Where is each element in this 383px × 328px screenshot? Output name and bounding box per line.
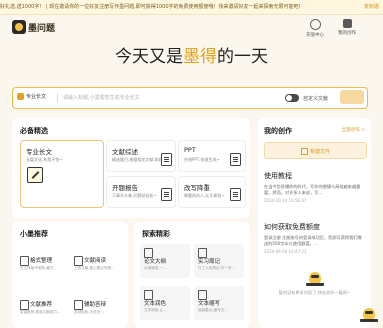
tool-card-ppt[interactable]: PPT 在线PPT,快速生成~ <box>178 140 246 172</box>
reading-icon <box>74 256 83 266</box>
explore-item-weekly[interactable]: 实习周记 打工人的周记,写一写... <box>194 244 244 278</box>
work-time: 2024-06-06 10:47:21 <box>264 249 307 254</box>
logo-icon <box>12 20 26 34</box>
new-file-label: 新建文件 <box>265 148 366 155</box>
explore-item-abridge[interactable]: 文本缩写 保留要点,缩写无... <box>194 286 244 320</box>
hero-suffix: 的一天 <box>217 47 268 67</box>
explore-item-title: 论文大纲 <box>144 259 167 265</box>
explore-panel: 探索精彩 论文大纲 大纲速成,一... 实习周记 打工人的周记,写一写... 文… <box>134 222 250 328</box>
explore-item-outline[interactable]: 论文大纲 大纲速成,一... <box>140 244 190 278</box>
tool-desc: 万事开头难,开题轻轻松~ <box>112 193 157 198</box>
recommend-item-reading[interactable]: 文献阅读 上传文献,核心要点完美... <box>74 256 124 278</box>
tool-title: 文献综述 <box>112 148 138 156</box>
featured-panel: 必备精选 专业长文 长篇文化,有我不怕~ 文献综述 精选题目,根据相关文献,助综… <box>12 118 250 218</box>
generate-bar: 专业长文 自定义文献 <box>12 87 368 109</box>
explore-title: 探索精彩 <box>142 230 170 238</box>
recommend-panel: 小墨推荐 格式整理 论文排版不用愁,格式... 文献阅读 上传文献,核心要点完美… <box>12 222 128 328</box>
explore-item-desc: 保留要点,缩写无... <box>198 308 228 312</box>
logo[interactable]: 墨问题 <box>12 20 56 34</box>
new-file-icon <box>300 148 308 155</box>
tool-title: 专业长文 <box>26 148 52 156</box>
all-creations-link[interactable]: 全部创作 > <box>342 127 365 133</box>
tool-title: 开题报告 <box>112 184 138 192</box>
new-file-button[interactable]: 新建文件 <box>264 142 367 159</box>
generate-button[interactable] <box>340 90 364 104</box>
tool-title: 改写降重 <box>184 184 210 192</box>
mascot-icon <box>306 270 324 286</box>
work-time: 2024-10-14 10:56:37 <box>264 198 307 203</box>
document-icon <box>161 153 172 166</box>
explore-item-desc: 打工人的周记,写一写... <box>198 266 235 270</box>
recommend-item-format[interactable]: 格式整理 论文排版不用愁,格式... <box>20 256 70 278</box>
recommend-item-title: 文献阅读 <box>84 258 107 264</box>
tool-card-rewrite[interactable]: 改写降重 降重再向人,从文章到~ <box>178 176 246 208</box>
yuan-icon <box>309 19 321 30</box>
tool-card-long-article[interactable]: 专业长文 长篇文化,有我不怕~ <box>20 140 104 208</box>
user-icon <box>342 19 352 28</box>
explore-item-desc: 大纲速成,一... <box>144 266 167 270</box>
my-creations-button[interactable]: 我的创作 <box>332 19 362 36</box>
invite-banner: 好礼送,送1000字！ | 现在邀请你的一位好友注册写作墨问题,即可获得1000… <box>0 0 383 15</box>
document-type-selector[interactable]: 专业长文 <box>17 93 46 100</box>
explore-item-title: 文本缩写 <box>198 301 221 307</box>
literature-icon <box>20 300 29 310</box>
tool-desc: 长篇文化,有我不怕~ <box>26 157 63 162</box>
custom-references-toggle[interactable] <box>285 94 299 102</box>
recommend-title: 小墨推荐 <box>20 230 48 238</box>
recharge-center-button[interactable]: 充值中心 <box>300 19 330 38</box>
recommend-item-desc: 论文排版不用愁,格式... <box>20 266 57 270</box>
tool-desc: 降重再向人,从文章到~ <box>184 193 225 198</box>
work-desc: 在当今信息爆炸的时代，写作的便捷与高效越来越重要。然而，对许多人来说，写... <box>264 184 361 195</box>
explore-item-title: 文本润色 <box>144 301 167 307</box>
rewrite-icon <box>230 188 241 201</box>
title-input[interactable] <box>63 91 283 105</box>
pen-icon <box>27 167 43 183</box>
recommend-item-desc: 答辩轻松,无忧无... <box>74 310 104 314</box>
recommend-item-desc: 上传文献,核心要点完美... <box>74 266 115 270</box>
recommend-item-title: 文献推荐 <box>30 302 53 308</box>
hero-prefix: 今天又是 <box>115 47 183 67</box>
explore-item-desc: 文字润色,让... <box>144 308 167 312</box>
slides-icon <box>230 153 241 166</box>
work-item[interactable]: 使用教程 在当今信息爆炸的时代，写作的便捷与高效越来越重要。然而，对许多人来说，… <box>264 171 365 203</box>
banner-text: 好礼送,送1000字！ | 现在邀请你的一位好友注册写作墨问题,即可获得1000… <box>0 4 304 10</box>
creations-panel: 我的创作 全部创作 > 新建文件 使用教程 在当今信息爆炸的时代，写作的便捷与高… <box>258 118 371 328</box>
recommend-item-defense[interactable]: 辅助答辩 答辩轻松,无忧无... <box>74 300 124 322</box>
work-desc: 登录注册 注册账号的登录成功后，您即可获得我们赠送的500字永久使用额度。... <box>264 235 362 246</box>
featured-title: 必备精选 <box>20 127 48 135</box>
assistant-mascot-icon[interactable] <box>360 306 378 322</box>
search-divider <box>57 93 58 103</box>
creations-title: 我的创作 <box>264 127 292 135</box>
tool-card-proposal[interactable]: 开题报告 万事开头难,开题轻轻松~ <box>106 176 176 208</box>
recommend-item-title: 辅助答辩 <box>84 302 107 308</box>
tool-card-literature-review[interactable]: 文献综述 精选题目,根据相关文献,助综述 <box>106 140 176 172</box>
recommend-item-literature[interactable]: 文献推荐 智能推荐,精准文献助力... <box>20 300 70 322</box>
recharge-center-label: 充值中心 <box>306 33 324 38</box>
work-title: 如何获取免费额度 <box>264 223 320 231</box>
tool-desc: 精选题目,根据相关文献,助综述 <box>112 157 167 162</box>
tool-title: PPT <box>184 146 196 154</box>
logo-text: 墨问题 <box>28 24 56 34</box>
my-creations-label: 我的创作 <box>338 31 356 36</box>
document-type-label: 专业长文 <box>26 94 47 100</box>
hero-title: 今天又是墨得的一天 <box>0 42 383 67</box>
tool-desc: 在线PPT,快速生成~ <box>184 157 220 162</box>
work-title: 使用教程 <box>264 172 292 180</box>
hero-accent: 墨得 <box>183 47 217 67</box>
recommend-item-title: 格式整理 <box>30 258 53 264</box>
defense-icon <box>74 300 83 310</box>
empty-hint: 暂时没有更多内容了,快去创作一篇吧~ <box>278 290 351 295</box>
format-icon <box>20 256 29 266</box>
recommend-item-desc: 智能推荐,精准文献助力... <box>20 310 61 314</box>
long-article-icon <box>17 93 24 100</box>
custom-references-label: 自定义文献 <box>303 96 329 102</box>
explore-item-polish[interactable]: 文本润色 文字润色,让... <box>140 286 190 320</box>
work-item[interactable]: 如何获取免费额度 登录注册 注册账号的登录成功后，您即可获得我们赠送的500字永… <box>264 222 365 254</box>
copy-invite-link[interactable]: 复制邀 <box>364 3 379 10</box>
explore-item-title: 实习周记 <box>198 259 221 265</box>
new-file-text: 新建文件 <box>309 149 330 155</box>
report-icon <box>161 188 172 201</box>
